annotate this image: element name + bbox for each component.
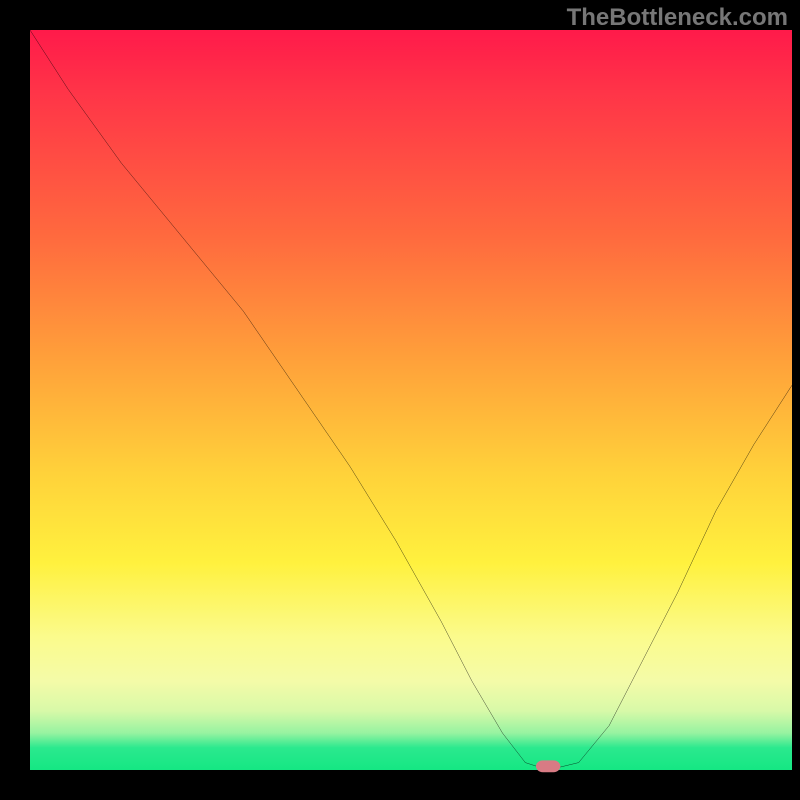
bottleneck-marker <box>536 760 560 772</box>
chart-frame: TheBottleneck.com <box>0 0 800 800</box>
plot-area <box>30 30 792 770</box>
watermark-text: TheBottleneck.com <box>567 4 788 32</box>
curve-path <box>30 30 792 770</box>
bottleneck-curve <box>30 30 792 770</box>
